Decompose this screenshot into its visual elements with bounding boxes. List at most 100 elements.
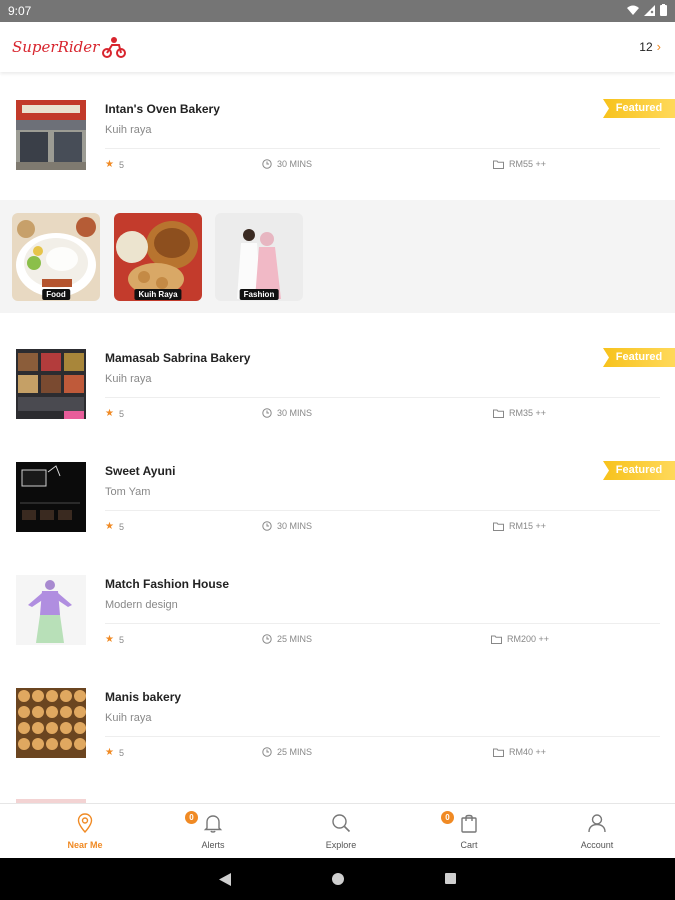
nav-label: Near Me — [67, 840, 103, 850]
list-item[interactable]: Mamasab Sabrina Bakery Kuih raya ★ 5 30 M… — [0, 333, 675, 433]
shop-description: Kuih raya — [105, 373, 152, 385]
price: RM200 ++ — [491, 634, 549, 644]
rating-value: 5 — [118, 408, 124, 419]
nav-label: Explore — [325, 840, 357, 850]
rating: ★ 5 — [105, 634, 124, 645]
price: RM40 ++ — [493, 747, 546, 757]
shop-description: Modern design — [105, 599, 178, 611]
time-value: 25 MINS — [277, 634, 313, 644]
scooter-logo-icon — [102, 37, 127, 58]
price: RM15 ++ — [493, 521, 546, 531]
delivery-time: 25 MINS — [262, 634, 312, 644]
time-value: 30 MINS — [277, 408, 313, 418]
delivery-time: 25 MINS — [262, 747, 312, 757]
folder-icon — [493, 409, 504, 418]
cart-icon — [461, 814, 477, 833]
status-icons — [627, 4, 667, 16]
nav-label: Account — [580, 840, 614, 850]
bottom-nav: Near Me 0 Alerts Explore 0 Cart Account — [0, 803, 675, 858]
rating-value: 5 — [118, 159, 124, 170]
status-bar: 9:07 — [0, 0, 675, 22]
nav-explore[interactable]: Explore — [296, 804, 386, 859]
list-item[interactable]: Match Fashion House Modern design ★ 5 25 … — [0, 559, 675, 659]
shop-description: Kuih raya — [105, 712, 152, 724]
time-value: 30 MINS — [277, 521, 313, 531]
shop-description: Kuih raya — [105, 124, 152, 136]
list-item[interactable]: Sweet Ayuni Tom Yam ★ 5 30 MINS RM15 ++ F… — [0, 446, 675, 546]
divider — [105, 397, 660, 398]
star-icon: ★ — [105, 521, 114, 532]
list-item[interactable]: Intan's Oven Bakery Kuih raya ★ 5 30 MINS… — [0, 84, 675, 184]
clock-icon — [262, 159, 272, 169]
divider — [105, 736, 660, 737]
featured-badge: Featured — [603, 99, 675, 118]
star-icon: ★ — [105, 408, 114, 419]
logo-text: SuperRider — [12, 38, 100, 56]
rating-value: 5 — [118, 634, 124, 645]
nav-account[interactable]: Account — [552, 804, 642, 859]
category-kuih-raya[interactable]: Kuih Raya — [114, 213, 202, 301]
rating: ★ 5 — [105, 159, 124, 170]
shop-thumbnail — [16, 575, 86, 645]
alerts-badge: 0 — [185, 811, 198, 824]
list-item[interactable]: Manis bakery Kuih raya ★ 5 25 MINS RM40 +… — [0, 672, 675, 772]
category-label: Fashion — [239, 289, 279, 300]
search-icon — [332, 814, 351, 833]
nav-label: Cart — [460, 840, 478, 850]
count-label: 12 — [639, 39, 653, 54]
category-food[interactable]: Food — [12, 213, 100, 301]
clock-icon — [262, 521, 272, 531]
category-label: Kuih Raya — [134, 289, 182, 300]
rating-value: 5 — [118, 747, 124, 758]
folder-icon — [493, 522, 504, 531]
rating: ★ 5 — [105, 521, 124, 532]
shop-name: Sweet Ayuni — [105, 464, 176, 478]
shop-name: Mamasab Sabrina Bakery — [105, 351, 251, 365]
price-value: RM200 ++ — [507, 634, 550, 644]
nav-label: Alerts — [201, 840, 225, 850]
rating: ★ 5 — [105, 408, 124, 419]
price: RM55 ++ — [493, 159, 546, 169]
divider — [105, 623, 660, 624]
price-value: RM15 ++ — [509, 521, 547, 531]
time-value: 25 MINS — [277, 747, 313, 757]
featured-badge: Featured — [603, 348, 675, 367]
shop-name: Intan's Oven Bakery — [105, 102, 220, 116]
battery-icon — [660, 4, 667, 16]
status-time: 9:07 — [8, 4, 32, 18]
location-count[interactable]: 12 › — [639, 39, 661, 54]
clock-icon — [262, 408, 272, 418]
star-icon: ★ — [105, 634, 114, 645]
shop-thumbnail — [16, 349, 86, 419]
price-value: RM40 ++ — [509, 747, 547, 757]
cart-badge: 0 — [441, 811, 454, 824]
logo[interactable]: SuperRider — [12, 32, 127, 62]
delivery-time: 30 MINS — [262, 408, 312, 418]
shop-name: Match Fashion House — [105, 577, 230, 591]
clock-icon — [262, 634, 272, 644]
delivery-time: 30 MINS — [262, 521, 312, 531]
chevron-right-icon: › — [656, 39, 661, 54]
category-strip: Food Kuih Raya Fashion — [0, 200, 675, 313]
category-fashion[interactable]: Fashion — [215, 213, 303, 301]
rating-value: 5 — [118, 521, 124, 532]
divider — [105, 148, 660, 149]
star-icon: ★ — [105, 747, 114, 758]
wifi-icon — [627, 5, 639, 15]
category-label: Food — [42, 289, 70, 300]
back-icon[interactable] — [219, 873, 231, 886]
nav-cart[interactable]: 0 Cart — [424, 804, 514, 859]
bell-icon — [203, 815, 223, 833]
nav-near-me[interactable]: Near Me — [40, 804, 130, 859]
divider — [105, 510, 660, 511]
price: RM35 ++ — [493, 408, 546, 418]
home-icon[interactable] — [332, 873, 344, 885]
nav-alerts[interactable]: 0 Alerts — [168, 804, 258, 859]
folder-icon — [491, 635, 502, 644]
shop-thumbnail — [16, 688, 86, 758]
clock-icon — [262, 747, 272, 757]
person-icon — [588, 814, 606, 833]
price-value: RM55 ++ — [509, 159, 547, 169]
shop-name: Manis bakery — [105, 690, 182, 704]
recent-apps-icon[interactable] — [445, 873, 456, 884]
